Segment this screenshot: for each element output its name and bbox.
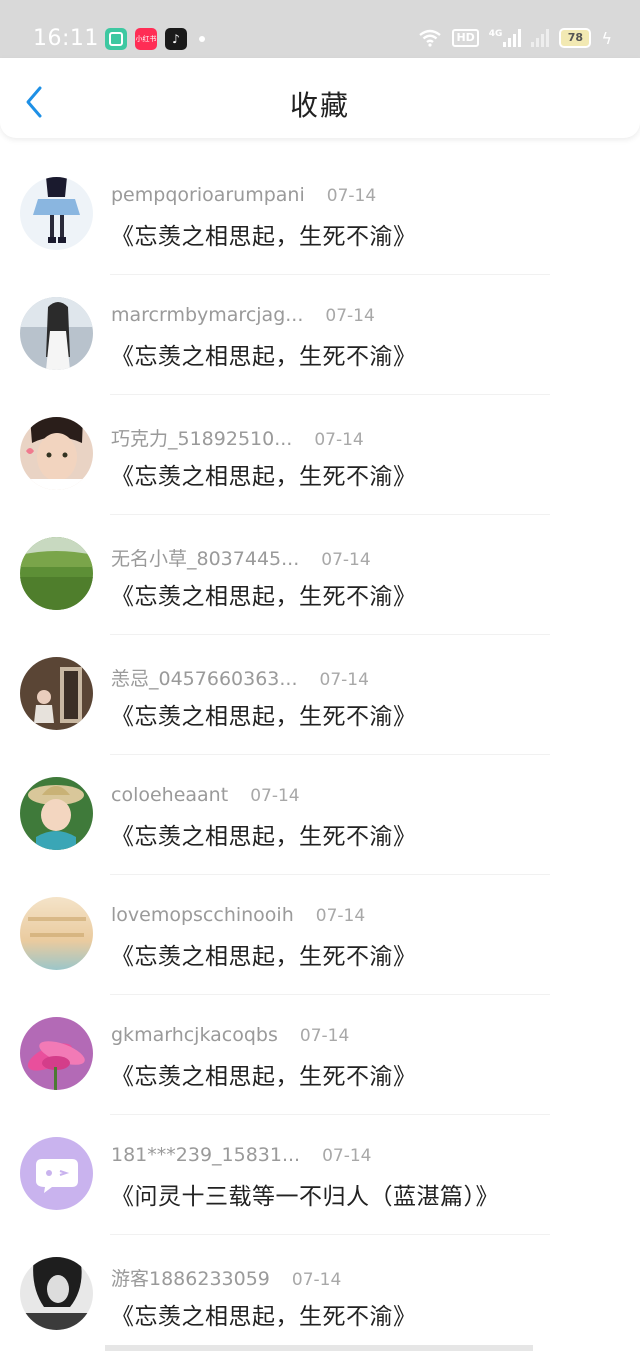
notification-app-icons: 小红书 ♪ (105, 28, 205, 50)
user-avatar (20, 897, 93, 970)
story-title: 《忘羡之相思起，生死不渝》 (111, 224, 417, 250)
item-date: 07-14 (326, 186, 377, 206)
story-title: 《忘羡之相思起，生死不渝》 (111, 464, 417, 490)
username: 无名小草_8037445... (111, 548, 300, 570)
list-item[interactable]: 巧克力_51892510... 07-14 《忘羡之相思起，生死不渝》 (0, 395, 640, 514)
chat-app-icon (105, 28, 127, 50)
list-item[interactable]: pempqorioarumpani 07-14 《忘羡之相思起，生死不渝》 (0, 155, 640, 274)
item-meta: pempqorioarumpani 07-14 (111, 184, 376, 206)
list-item[interactable]: 恙忌_0457660363... 07-14 《忘羡之相思起，生死不渝》 (0, 635, 640, 754)
list-item[interactable]: lovemopscchinooih 07-14 《忘羡之相思起，生死不渝》 (0, 875, 640, 994)
tiktok-app-icon: ♪ (165, 28, 187, 50)
signal-4g-icon: 4G (489, 29, 522, 47)
item-meta: 巧克力_51892510... 07-14 (111, 424, 364, 451)
user-avatar (20, 177, 93, 250)
story-title: 《忘羡之相思起，生死不渝》 (111, 704, 417, 730)
item-date: 07-14 (319, 670, 369, 690)
item-meta: lovemopscchinooih 07-14 (111, 904, 365, 926)
nav-header: 收藏 (0, 58, 640, 138)
story-title: 《忘羡之相思起，生死不渝》 (111, 344, 417, 370)
list-item[interactable]: gkmarhcjkacoqbs 07-14 《忘羡之相思起，生死不渝》 (0, 995, 640, 1114)
user-avatar (20, 417, 93, 490)
username: 巧克力_51892510... (111, 428, 293, 450)
battery-icon: 78 (559, 28, 592, 48)
item-meta: 无名小草_8037445... 07-14 (111, 544, 371, 571)
username: 恙忌_0457660363... (111, 668, 298, 690)
item-meta: coloeheaant 07-14 (111, 784, 300, 806)
item-date: 07-14 (325, 306, 375, 326)
item-meta: marcrmbymarcjag... 07-14 (111, 304, 375, 326)
item-meta: gkmarhcjkacoqbs 07-14 (111, 1024, 349, 1046)
item-date: 07-14 (315, 906, 366, 926)
story-title: 《忘羡之相思起，生死不渝》 (111, 944, 417, 970)
wifi-icon (419, 29, 442, 47)
item-meta: 游客1886233059 07-14 (111, 1264, 341, 1291)
item-meta: 恙忌_0457660363... 07-14 (111, 664, 369, 691)
username: lovemopscchinooih (111, 904, 294, 926)
username: pempqorioarumpani (111, 184, 305, 206)
story-title: 《忘羡之相思起，生死不渝》 (111, 1304, 417, 1330)
default-avatar (20, 1137, 93, 1210)
item-date: 07-14 (291, 1270, 342, 1290)
username: coloeheaant (111, 784, 229, 806)
list-item[interactable]: marcrmbymarcjag... 07-14 《忘羡之相思起，生死不渝》 (0, 275, 640, 394)
more-notifications-dot (199, 36, 205, 42)
story-title: 《忘羡之相思起，生死不渝》 (111, 824, 417, 850)
list-item[interactable]: coloeheaant 07-14 《忘羡之相思起，生死不渝》 (0, 755, 640, 874)
list-item[interactable]: 无名小草_8037445... 07-14 《忘羡之相思起，生死不渝》 (0, 515, 640, 634)
network-type-label: 4G (488, 29, 503, 39)
user-avatar (20, 777, 93, 850)
user-avatar (20, 1257, 93, 1330)
scroll-indicator (105, 1345, 533, 1351)
hd-badge: HD (452, 29, 479, 47)
item-date: 07-14 (250, 786, 300, 806)
user-avatar (20, 297, 93, 370)
status-bar: 16:11 小红书 ♪ HD 4G 78 ϟ (0, 0, 640, 58)
username: gkmarhcjkacoqbs (111, 1024, 278, 1046)
item-meta: 181***239_15831... 07-14 (111, 1144, 372, 1166)
status-time: 16:11 (33, 26, 99, 51)
username: 游客1886233059 (111, 1268, 270, 1290)
user-avatar (20, 537, 93, 610)
signal-weak-icon (531, 29, 550, 47)
system-icons: HD 4G 78 ϟ (418, 28, 612, 48)
page-title: 收藏 (289, 89, 350, 122)
charging-bolt-icon: ϟ (601, 28, 612, 48)
item-date: 07-14 (321, 550, 371, 570)
story-title: 《忘羡之相思起，生死不渝》 (111, 1064, 417, 1090)
user-avatar (20, 1017, 93, 1090)
item-date: 07-14 (314, 430, 364, 450)
item-date: 07-14 (299, 1026, 350, 1046)
list-item[interactable]: 游客1886233059 07-14 《忘羡之相思起，生死不渝》 (0, 1235, 640, 1354)
username: marcrmbymarcjag... (111, 304, 304, 326)
story-title: 《忘羡之相思起，生死不渝》 (111, 584, 417, 610)
username: 181***239_15831... (111, 1144, 301, 1166)
list-item[interactable]: 181***239_15831... 07-14 《问灵十三载等一不归人（蓝湛篇）… (0, 1115, 640, 1234)
user-avatar (20, 657, 93, 730)
xiaohongshu-app-icon: 小红书 (135, 28, 157, 50)
story-title: 《问灵十三载等一不归人（蓝湛篇）》 (111, 1184, 499, 1210)
item-date: 07-14 (322, 1146, 372, 1166)
